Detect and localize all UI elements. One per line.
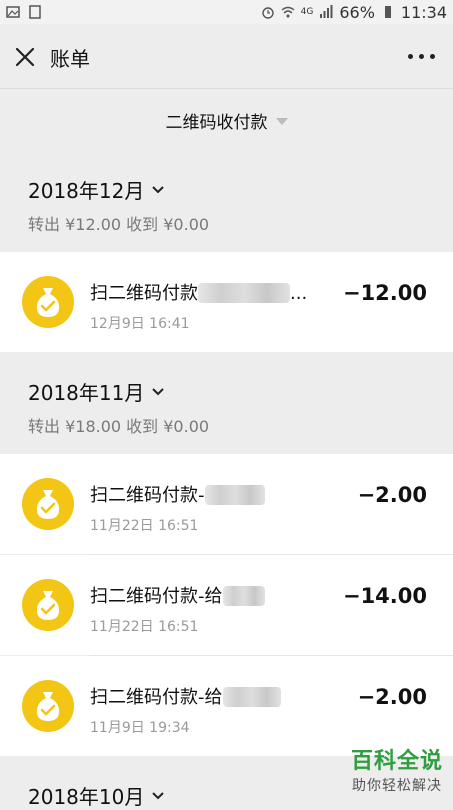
money-bag-icon — [22, 478, 74, 530]
redacted-name — [198, 283, 290, 303]
watermark-main: 百科全说 — [350, 749, 443, 774]
caret-down-icon — [275, 118, 288, 125]
transaction-row[interactable]: 扫二维码付款- 11月22日 16:51 −2.00 — [0, 454, 453, 554]
transaction-time: 12月9日 16:41 — [90, 316, 190, 332]
chevron-down-icon — [152, 387, 165, 395]
month-title: 2018年12月 — [28, 179, 145, 203]
watermark-sub: 助你轻松解决 — [351, 778, 442, 794]
transaction-amount: −12.00 — [342, 281, 427, 305]
clock: 11:34 — [400, 2, 447, 22]
month-title: 2018年11月 — [28, 381, 145, 405]
nav-bar: 账单 — [0, 24, 453, 89]
month-title: 2018年10月 — [28, 785, 145, 809]
status-bar: 4G 66% 11:34 — [0, 0, 453, 24]
transaction-title: 扫二维码付款 — [90, 283, 198, 304]
transaction-row[interactable]: 扫二维码付款-给 11月22日 16:51 −14.00 — [0, 555, 453, 655]
signal-icon — [320, 5, 333, 18]
network-type: 4G — [300, 7, 314, 17]
money-bag-icon — [22, 276, 74, 328]
redacted-name — [222, 586, 265, 606]
month-summary: 转出 ¥18.00 收到 ¥0.00 — [28, 417, 210, 436]
transaction-amount: −2.00 — [357, 483, 427, 507]
transaction-title: 扫二维码付款- — [90, 485, 205, 506]
chevron-down-icon — [152, 791, 165, 799]
filter-dropdown[interactable]: 二维码收付款 — [0, 89, 453, 151]
transaction-title: 扫二维码付款-给 — [90, 687, 223, 708]
month-summary: 转出 ¥12.00 收到 ¥0.00 — [28, 215, 210, 234]
redacted-name — [222, 687, 281, 707]
chevron-down-icon — [152, 185, 165, 193]
transaction-row[interactable]: 扫二维码付款... 12月9日 16:41 −12.00 — [0, 252, 453, 352]
filter-label: 二维码收付款 — [165, 112, 268, 133]
battery-icon — [384, 6, 391, 18]
alarm-icon — [261, 7, 274, 19]
watermark-logo: 百科全说 助你轻松解决 — [351, 743, 443, 795]
transaction-amount: −14.00 — [342, 584, 427, 608]
transaction-time: 11月22日 16:51 — [90, 619, 199, 635]
transaction-title: 扫二维码付款-给 — [90, 586, 223, 607]
money-bag-icon — [22, 579, 74, 631]
month-header-nov[interactable]: 2018年11月 转出 ¥18.00 收到 ¥0.00 — [0, 353, 453, 453]
transaction-time: 11月22日 16:51 — [90, 518, 199, 534]
gallery-notification-icon — [6, 6, 20, 18]
redacted-name — [204, 485, 265, 505]
note-notification-icon — [29, 5, 41, 19]
battery-percent: 66% — [339, 2, 375, 22]
money-bag-icon — [22, 680, 74, 732]
transaction-amount: −2.00 — [357, 685, 427, 709]
transaction-title-suffix: ... — [290, 283, 308, 304]
transaction-row[interactable]: 扫二维码付款-给 11月9日 19:34 −2.00 — [0, 656, 453, 756]
month-header-dec[interactable]: 2018年12月 转出 ¥12.00 收到 ¥0.00 — [0, 151, 453, 251]
transaction-time: 11月9日 19:34 — [90, 720, 190, 736]
close-icon[interactable] — [12, 44, 38, 70]
more-icon[interactable] — [408, 54, 435, 59]
wifi-icon — [281, 6, 295, 18]
page-title: 账单 — [50, 47, 90, 71]
